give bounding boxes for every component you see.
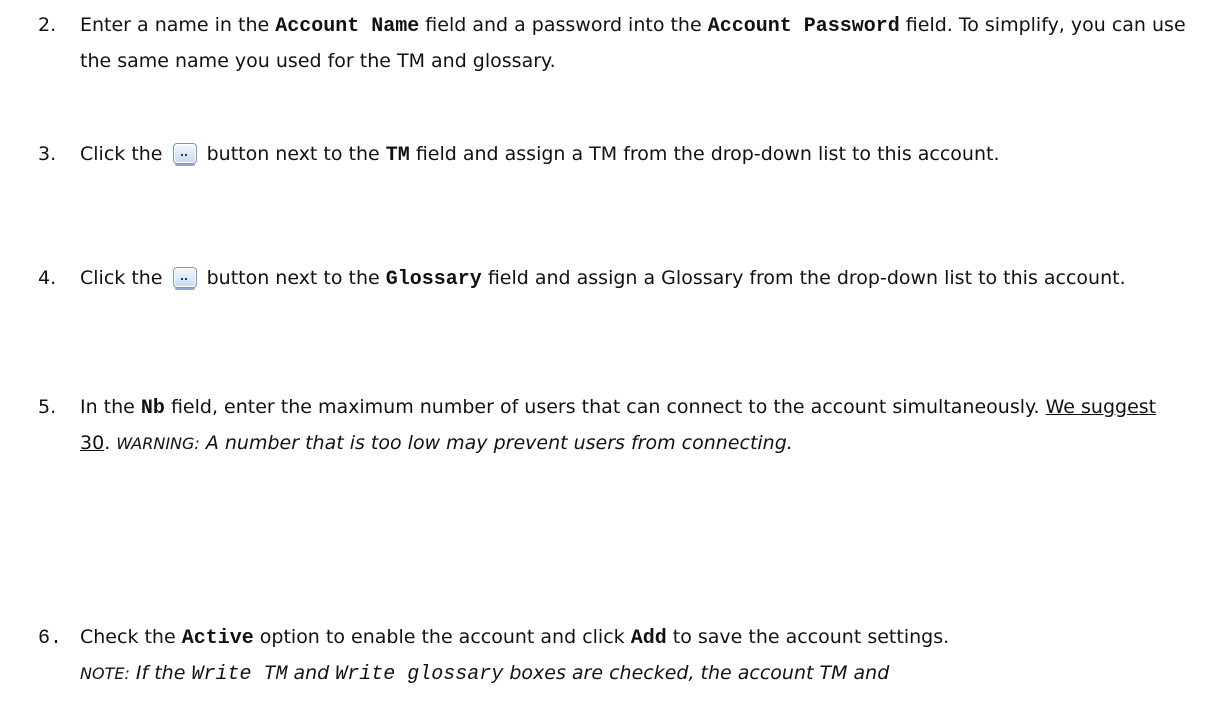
step-2: 2. Enter a name in the Account Name fiel… (38, 8, 1188, 72)
warning-text: A number that is too low may prevent use… (199, 432, 793, 454)
step-3: 3. Click the button next to the TM field… (38, 137, 1188, 172)
step-text: Check the Active option to enable the ac… (80, 626, 950, 686)
step-number: 2. (38, 14, 57, 36)
ellipsis-button-icon (172, 143, 197, 166)
write-glossary-ref: Write glossary (335, 663, 504, 686)
step-text: Enter a name in the Account Name field a… (80, 14, 1186, 72)
step-5: 5. In the Nb field, enter the maximum nu… (38, 390, 1188, 454)
step-number: 4. (38, 267, 57, 289)
nb-field-ref: Nb (140, 397, 165, 420)
step-number: 5. (38, 396, 57, 418)
account-name-field-ref: Account Name (275, 15, 420, 38)
write-tm-ref: Write TM (191, 663, 288, 686)
tm-field-ref: TM (385, 144, 410, 167)
active-option-ref: Active (181, 627, 254, 650)
step-4: 4. Click the button next to the Glossary… (38, 261, 1188, 296)
glossary-field-ref: Glossary (385, 268, 482, 291)
step-text: Click the button next to the TM field an… (80, 143, 1000, 167)
warning-label: WARNING: (116, 434, 200, 453)
add-button-ref: Add (630, 627, 667, 650)
step-number: 6. (38, 627, 63, 650)
instructions-page: 2. Enter a name in the Account Name fiel… (0, 0, 1217, 721)
account-password-field-ref: Account Password (707, 15, 900, 38)
step-number: 3. (38, 143, 57, 165)
step-text: Click the button next to the Glossary fi… (80, 267, 1126, 291)
note-label: NOTE: (80, 664, 130, 683)
step-text: In the Nb field, enter the maximum numbe… (80, 396, 1157, 454)
step-6: 6. Check the Active option to enable the… (38, 620, 1188, 686)
ellipsis-button-icon (172, 267, 197, 290)
